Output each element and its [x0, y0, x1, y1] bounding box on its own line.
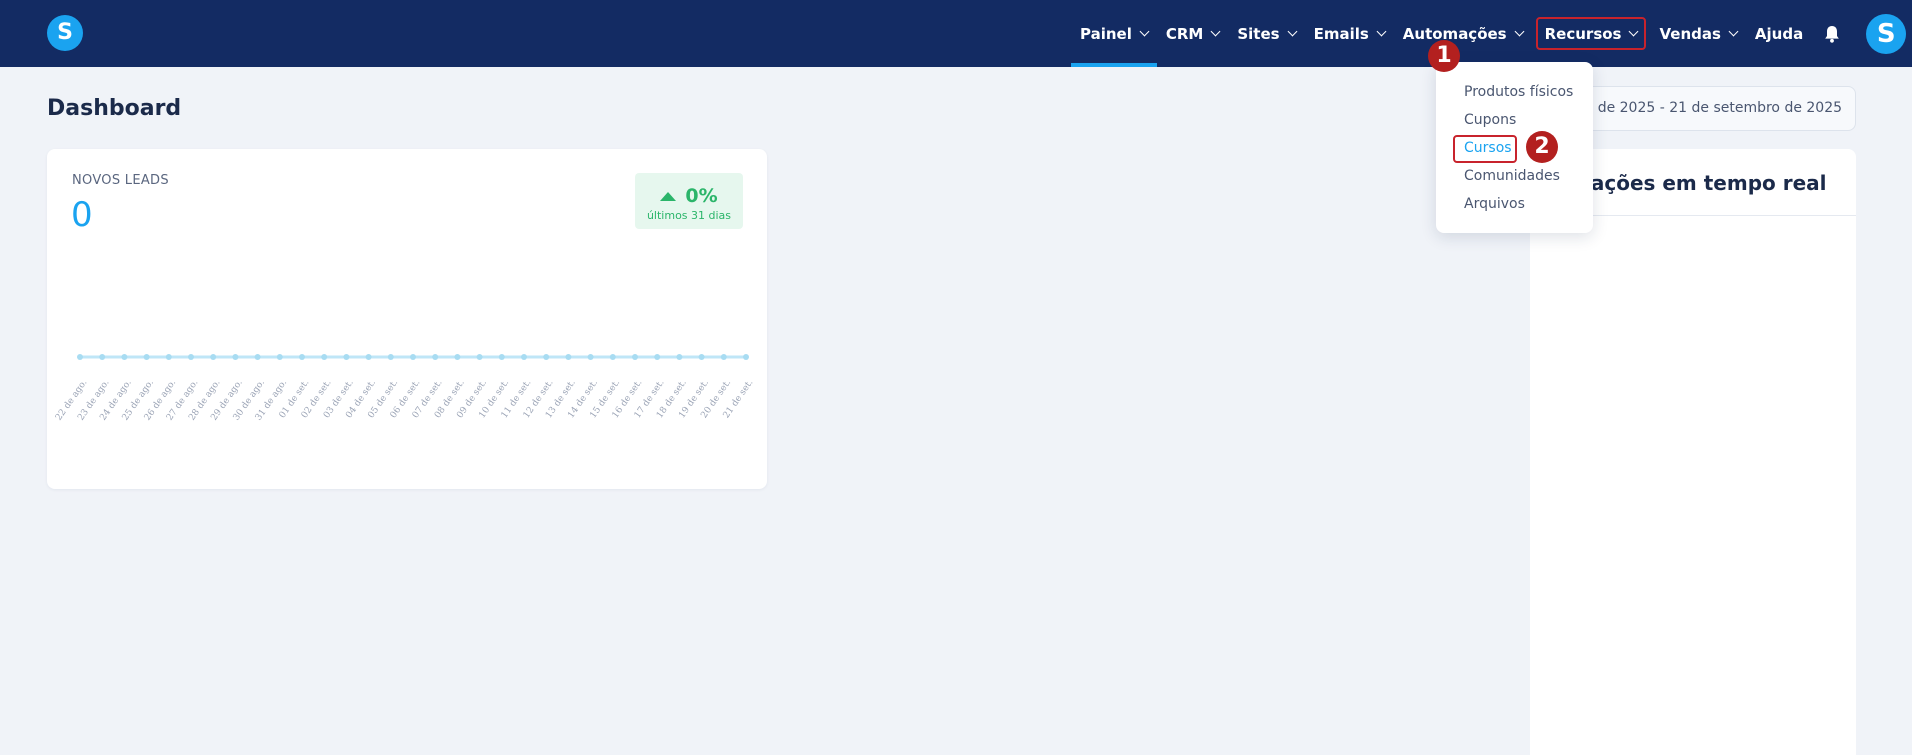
menu-item-cursos[interactable]: Cursos	[1464, 140, 1512, 156]
data-point[interactable]	[321, 354, 328, 360]
data-point[interactable]	[343, 354, 350, 360]
data-point[interactable]	[498, 354, 505, 360]
data-point[interactable]	[165, 354, 172, 360]
step-marker-1: 1	[1428, 40, 1460, 72]
nav-automacoes[interactable]: Automações	[1394, 0, 1532, 67]
recursos-dropdown: Produtos físicos Cupons Cursos Comunidad…	[1436, 62, 1593, 233]
data-point[interactable]	[565, 354, 572, 360]
nav-label: CRM	[1165, 24, 1204, 43]
main-nav: Painel CRM Sites Emails Automações Recur…	[1071, 0, 1912, 67]
nav-label: Emails	[1313, 24, 1369, 43]
data-point[interactable]	[121, 354, 128, 360]
menu-item-cupons[interactable]: Cupons	[1464, 112, 1516, 128]
realtime-card: alizações em tempo real	[1530, 149, 1856, 755]
data-point[interactable]	[232, 354, 239, 360]
nav-label: Sites	[1237, 24, 1280, 43]
chevron-down-icon	[1376, 26, 1387, 36]
nav-label: Recursos	[1544, 24, 1622, 43]
data-point[interactable]	[743, 354, 749, 360]
data-point[interactable]	[676, 354, 683, 360]
data-point[interactable]	[77, 354, 83, 360]
data-point[interactable]	[99, 354, 106, 360]
data-point[interactable]	[210, 354, 217, 360]
data-point[interactable]	[432, 354, 439, 360]
nav-label: Automações	[1402, 24, 1507, 43]
menu-item-comunidades[interactable]: Comunidades	[1464, 168, 1560, 184]
data-point[interactable]	[698, 354, 705, 360]
data-point[interactable]	[299, 354, 305, 360]
chevron-down-icon	[1629, 26, 1639, 36]
data-point[interactable]	[365, 354, 372, 360]
chevron-down-icon	[1210, 26, 1221, 36]
bell-icon[interactable]	[1824, 25, 1840, 43]
data-point[interactable]	[476, 354, 483, 360]
data-point[interactable]	[632, 354, 638, 360]
data-point[interactable]	[654, 354, 661, 360]
nav-sites[interactable]: Sites	[1228, 0, 1304, 67]
chevron-down-icon	[1287, 26, 1298, 36]
step-marker-2: 2	[1526, 131, 1558, 163]
nav-label: Painel	[1080, 24, 1132, 43]
data-point[interactable]	[143, 354, 150, 360]
data-point[interactable]	[188, 354, 194, 360]
menu-item-produtos-fisicos[interactable]: Produtos físicos	[1464, 84, 1573, 100]
realtime-title: alizações em tempo real	[1552, 171, 1827, 195]
data-point[interactable]	[587, 354, 594, 360]
avatar[interactable]: S	[1866, 13, 1907, 54]
data-point[interactable]	[521, 354, 527, 360]
data-point[interactable]	[609, 354, 616, 360]
top-navbar: S Painel CRM Sites Emails Automações Rec…	[0, 0, 1912, 67]
data-point[interactable]	[543, 354, 550, 360]
menu-item-arquivos[interactable]: Arquivos	[1464, 196, 1525, 212]
data-point[interactable]	[387, 354, 394, 360]
nav-label: Vendas	[1659, 24, 1721, 43]
nav-crm[interactable]: CRM	[1157, 0, 1229, 67]
logo[interactable]: S	[47, 15, 83, 51]
page-title: Dashboard	[47, 96, 182, 121]
data-point[interactable]	[454, 354, 461, 360]
chevron-down-icon	[1728, 26, 1739, 36]
chevron-down-icon	[1514, 26, 1525, 36]
data-point[interactable]	[254, 354, 261, 360]
data-point[interactable]	[276, 354, 283, 360]
leads-line-chart: 22 de ago.23 de ago.24 de ago.25 de ago.…	[54, 354, 756, 423]
data-point[interactable]	[720, 354, 727, 360]
chevron-down-icon	[1139, 26, 1150, 36]
nav-ajuda[interactable]: Ajuda	[1746, 0, 1812, 67]
new-leads-card: NOVOS LEADS 0 0% últimos 31 dias 22 de a…	[47, 149, 767, 489]
nav-label: Ajuda	[1754, 24, 1804, 43]
nav-emails[interactable]: Emails	[1305, 0, 1394, 67]
nav-painel[interactable]: Painel	[1071, 0, 1157, 67]
nav-recursos[interactable]: Recursos	[1535, 17, 1647, 50]
nav-vendas[interactable]: Vendas	[1650, 0, 1745, 67]
data-point[interactable]	[410, 354, 416, 360]
